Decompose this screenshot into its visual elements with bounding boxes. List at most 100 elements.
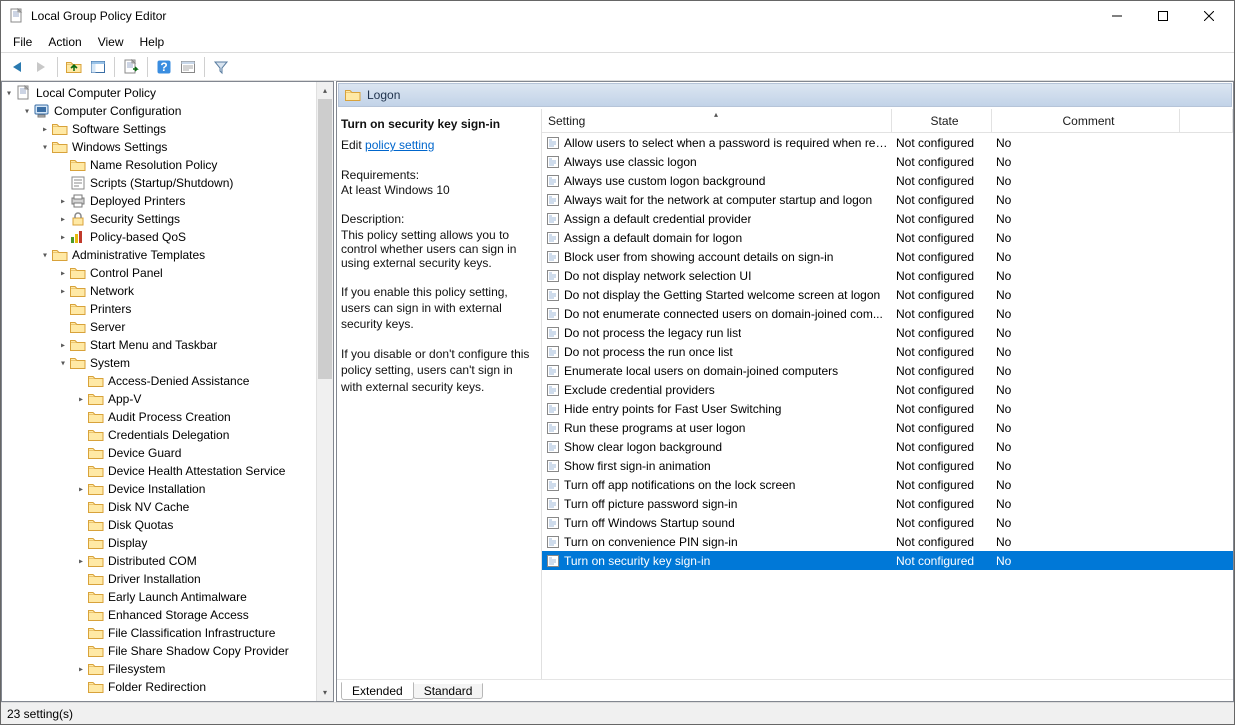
tree-twisty-icon[interactable]	[74, 664, 88, 675]
tab-standard[interactable]: Standard	[413, 683, 484, 699]
tree-item[interactable]: Local Computer Policy	[2, 84, 333, 102]
tree-item[interactable]: Display	[2, 534, 333, 552]
tree-item[interactable]: Server	[2, 318, 333, 336]
scroll-down-icon[interactable]: ▾	[317, 684, 333, 701]
tree-twisty-icon[interactable]	[74, 394, 88, 405]
tree-item[interactable]: Distributed COM	[2, 552, 333, 570]
tree-item[interactable]: Enhanced Storage Access	[2, 606, 333, 624]
column-setting[interactable]: Setting ▴	[542, 109, 892, 132]
back-button[interactable]	[6, 56, 28, 78]
policy-row[interactable]: Turn on security key sign-inNot configur…	[542, 551, 1233, 570]
policy-row[interactable]: Exclude credential providersNot configur…	[542, 380, 1233, 399]
policy-row[interactable]: Turn off picture password sign-inNot con…	[542, 494, 1233, 513]
policy-row[interactable]: Always use classic logonNot configuredNo	[542, 152, 1233, 171]
policy-row[interactable]: Turn off app notifications on the lock s…	[542, 475, 1233, 494]
policy-row[interactable]: Hide entry points for Fast User Switchin…	[542, 399, 1233, 418]
tree-item[interactable]: Software Settings	[2, 120, 333, 138]
policy-row[interactable]: Turn on convenience PIN sign-inNot confi…	[542, 532, 1233, 551]
tree-item[interactable]: Control Panel	[2, 264, 333, 282]
help-button[interactable]: ?	[153, 56, 175, 78]
tree-item[interactable]: File Share Shadow Copy Provider	[2, 642, 333, 660]
policy-row[interactable]: Enumerate local users on domain-joined c…	[542, 361, 1233, 380]
tree-twisty-icon[interactable]	[2, 88, 16, 99]
tree-item[interactable]: Credentials Delegation	[2, 426, 333, 444]
scroll-up-icon[interactable]: ▴	[317, 82, 333, 99]
policy-row[interactable]: Assign a default domain for logonNot con…	[542, 228, 1233, 247]
maximize-button[interactable]	[1140, 1, 1186, 31]
tree-item[interactable]: Security Settings	[2, 210, 333, 228]
tree-item[interactable]: Access-Denied Assistance	[2, 372, 333, 390]
tree-item[interactable]: Scripts (Startup/Shutdown)	[2, 174, 333, 192]
edit-policy-link[interactable]: policy setting	[365, 138, 434, 152]
tree-twisty-icon[interactable]	[56, 268, 70, 279]
column-comment[interactable]: Comment	[992, 109, 1180, 132]
policy-row[interactable]: Show first sign-in animationNot configur…	[542, 456, 1233, 475]
policy-row[interactable]: Do not process the legacy run listNot co…	[542, 323, 1233, 342]
tree-item[interactable]: Device Installation	[2, 480, 333, 498]
menu-view[interactable]: View	[90, 33, 132, 51]
export-button[interactable]	[120, 56, 142, 78]
policy-row[interactable]: Allow users to select when a password is…	[542, 133, 1233, 152]
policy-row[interactable]: Do not display network selection UINot c…	[542, 266, 1233, 285]
tree-twisty-icon[interactable]	[38, 124, 52, 135]
menu-action[interactable]: Action	[40, 33, 89, 51]
scrollbar-thumb[interactable]	[318, 99, 332, 379]
policy-row[interactable]: Always wait for the network at computer …	[542, 190, 1233, 209]
minimize-button[interactable]	[1094, 1, 1140, 31]
tree-item[interactable]: Policy-based QoS	[2, 228, 333, 246]
list-body[interactable]: Allow users to select when a password is…	[542, 133, 1233, 679]
policy-row[interactable]: Show clear logon backgroundNot configure…	[542, 437, 1233, 456]
tree-item[interactable]: File Classification Infrastructure	[2, 624, 333, 642]
policy-row[interactable]: Do not process the run once listNot conf…	[542, 342, 1233, 361]
menu-file[interactable]: File	[5, 33, 40, 51]
tree-item[interactable]: App-V	[2, 390, 333, 408]
menu-help[interactable]: Help	[132, 33, 173, 51]
tree-item[interactable]: Early Launch Antimalware	[2, 588, 333, 606]
tree-twisty-icon[interactable]	[38, 250, 52, 261]
close-button[interactable]	[1186, 1, 1232, 31]
tree-twisty-icon[interactable]	[74, 484, 88, 495]
tree-twisty-icon[interactable]	[56, 196, 70, 207]
policy-row[interactable]: Do not enumerate connected users on doma…	[542, 304, 1233, 323]
tree-item[interactable]: Computer Configuration	[2, 102, 333, 120]
tree-twisty-icon[interactable]	[56, 286, 70, 297]
tree-twisty-icon[interactable]	[56, 232, 70, 243]
tree-item[interactable]: System	[2, 354, 333, 372]
tree-twisty-icon[interactable]	[20, 106, 34, 117]
tree-item[interactable]: Network	[2, 282, 333, 300]
tree-item[interactable]: Filesystem	[2, 660, 333, 678]
policy-row[interactable]: Block user from showing account details …	[542, 247, 1233, 266]
tree-twisty-icon[interactable]	[74, 556, 88, 567]
tab-extended[interactable]: Extended	[341, 682, 414, 700]
tree-item[interactable]: Windows Settings	[2, 138, 333, 156]
tree-twisty-icon[interactable]	[56, 340, 70, 351]
policy-row[interactable]: Do not display the Getting Started welco…	[542, 285, 1233, 304]
tree-item[interactable]: Device Health Attestation Service	[2, 462, 333, 480]
tree-item[interactable]: Start Menu and Taskbar	[2, 336, 333, 354]
forward-button[interactable]	[30, 56, 52, 78]
tree-item[interactable]: Name Resolution Policy	[2, 156, 333, 174]
tree-item[interactable]: Administrative Templates	[2, 246, 333, 264]
tree-item[interactable]: Device Guard	[2, 444, 333, 462]
tree-item[interactable]: Folder Redirection	[2, 678, 333, 696]
policy-row[interactable]: Assign a default credential providerNot …	[542, 209, 1233, 228]
tree-item[interactable]: Deployed Printers	[2, 192, 333, 210]
tree-twisty-icon[interactable]	[56, 358, 70, 369]
tree-item[interactable]: Disk Quotas	[2, 516, 333, 534]
filter-button[interactable]	[210, 56, 232, 78]
properties-button[interactable]	[177, 56, 199, 78]
tree-twisty-icon[interactable]	[56, 214, 70, 225]
tree-item[interactable]: Driver Installation	[2, 570, 333, 588]
tree-twisty-icon[interactable]	[38, 142, 52, 153]
policy-row[interactable]: Run these programs at user logonNot conf…	[542, 418, 1233, 437]
up-button[interactable]	[63, 56, 85, 78]
scrollbar[interactable]: ▴ ▾	[316, 82, 333, 701]
policy-row[interactable]: Turn off Windows Startup soundNot config…	[542, 513, 1233, 532]
tree-item[interactable]: Printers	[2, 300, 333, 318]
column-state[interactable]: State	[892, 109, 992, 132]
policy-row[interactable]: Always use custom logon backgroundNot co…	[542, 171, 1233, 190]
tree-item[interactable]: Audit Process Creation	[2, 408, 333, 426]
tree-item[interactable]: Disk NV Cache	[2, 498, 333, 516]
show-hide-tree-button[interactable]	[87, 56, 109, 78]
tree-view[interactable]: Local Computer PolicyComputer Configurat…	[2, 82, 333, 701]
